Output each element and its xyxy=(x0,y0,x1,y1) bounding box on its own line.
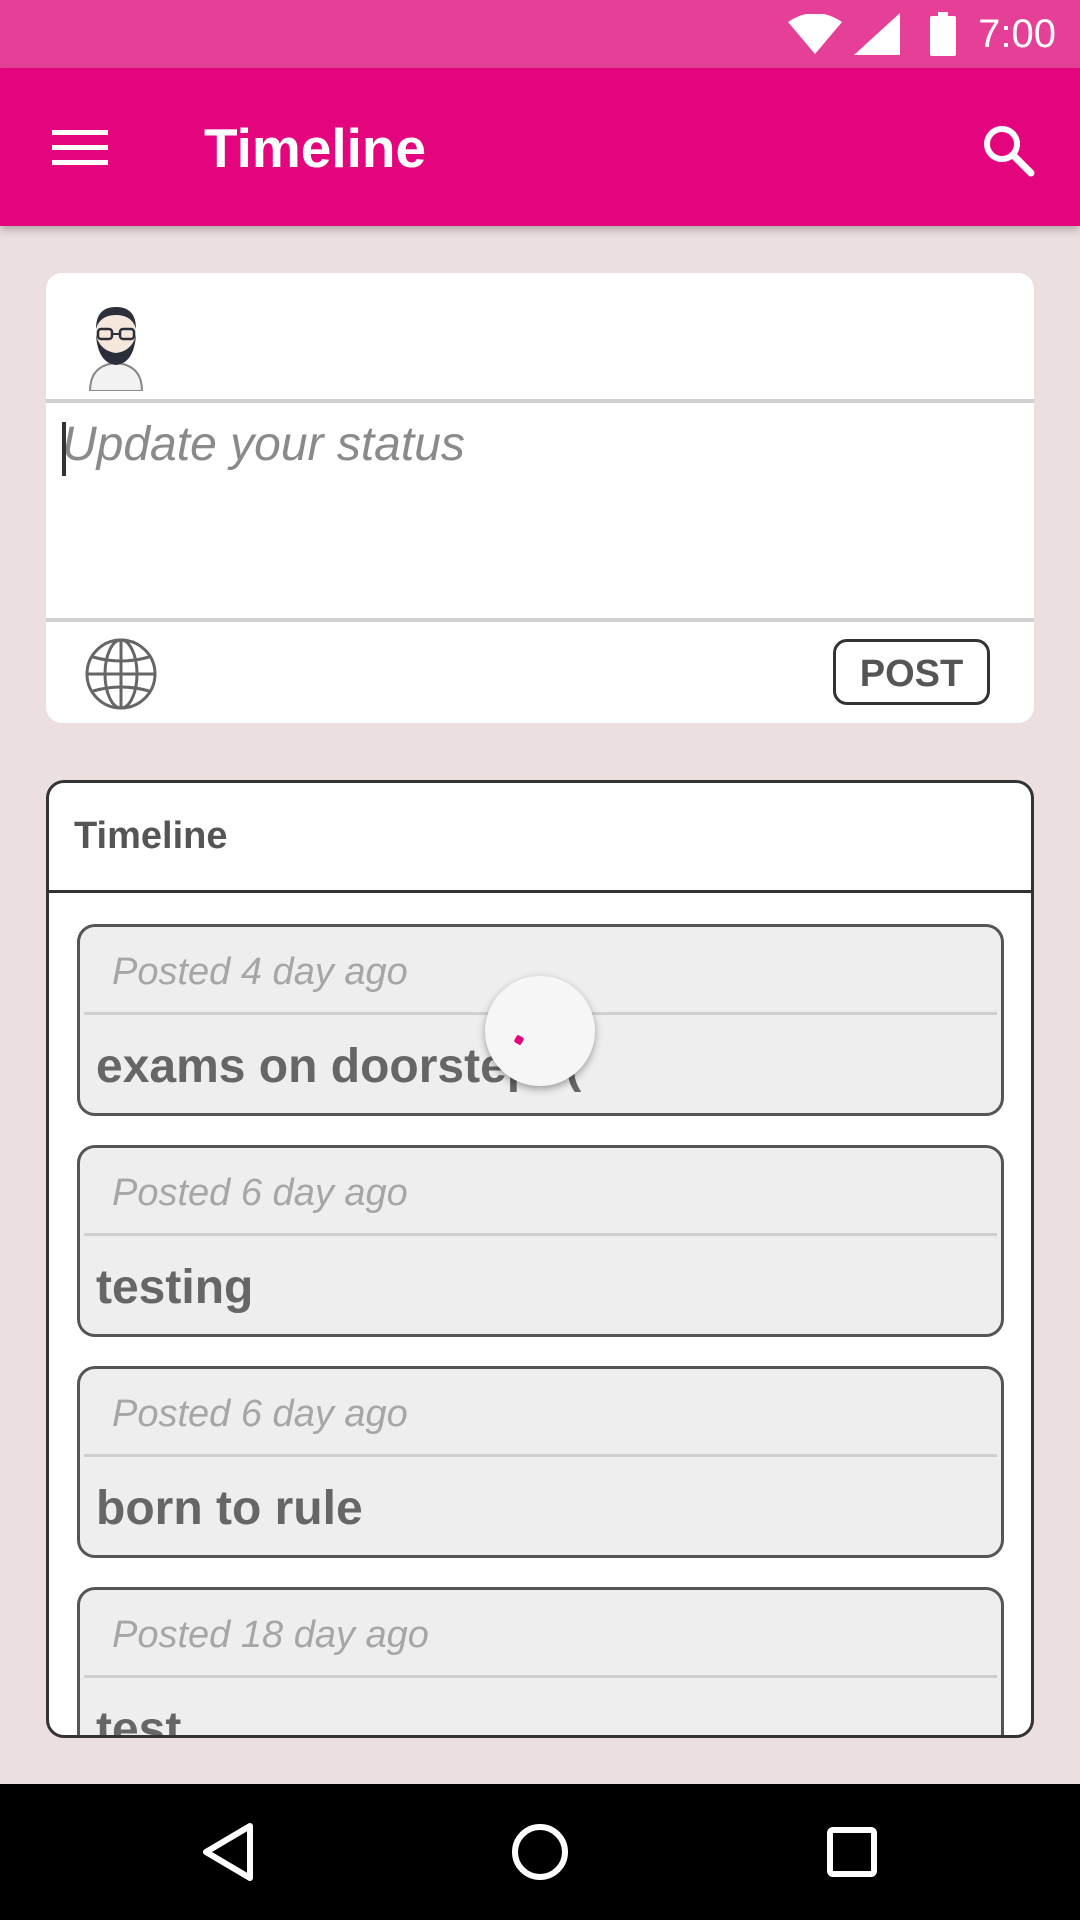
text-cursor xyxy=(62,422,66,476)
home-button[interactable] xyxy=(500,1812,580,1892)
menu-icon xyxy=(52,130,108,165)
signal-icon xyxy=(854,13,901,55)
timeline-card: Timeline Posted 4 day ago exams on doors… xyxy=(46,780,1034,1738)
post-button[interactable]: POST xyxy=(833,639,990,705)
app-bar: Timeline xyxy=(0,68,1080,226)
battery-icon xyxy=(930,12,957,56)
recents-button[interactable] xyxy=(812,1812,892,1892)
search-icon xyxy=(984,126,1035,177)
post-text: testing xyxy=(96,1261,254,1314)
status-icons: 7:00 xyxy=(788,0,1080,68)
divider xyxy=(46,618,1034,622)
navigation-bar xyxy=(0,1784,1080,1920)
timeline-header: Timeline xyxy=(49,783,1031,893)
divider xyxy=(84,1454,997,1457)
post-text: born to rule xyxy=(96,1482,363,1535)
post-text: test xyxy=(96,1703,182,1738)
status-bar: 7:00 xyxy=(0,0,1080,68)
status-composer: POST xyxy=(46,273,1034,723)
divider xyxy=(84,1675,997,1678)
search-button[interactable] xyxy=(972,114,1044,186)
spinner-indicator xyxy=(513,1034,525,1046)
loading-spinner xyxy=(485,976,595,1086)
recents-icon xyxy=(827,1827,877,1877)
status-time: 7:00 xyxy=(978,11,1056,56)
home-icon xyxy=(512,1824,568,1880)
timeline-post[interactable]: Posted 6 day ago testing xyxy=(77,1145,1004,1337)
back-icon xyxy=(203,1823,253,1881)
wifi-icon xyxy=(788,14,843,54)
post-timestamp: Posted 4 day ago xyxy=(112,951,408,993)
globe-icon[interactable] xyxy=(84,637,158,711)
post-timestamp: Posted 18 day ago xyxy=(112,1614,429,1656)
back-button[interactable] xyxy=(188,1812,268,1892)
divider xyxy=(46,399,1034,403)
timeline-post[interactable]: Posted 6 day ago born to rule xyxy=(77,1366,1004,1558)
menu-button[interactable] xyxy=(36,112,124,184)
divider xyxy=(84,1233,997,1236)
post-timestamp: Posted 6 day ago xyxy=(112,1393,408,1435)
post-timestamp: Posted 6 day ago xyxy=(112,1172,408,1214)
avatar-icon xyxy=(88,307,144,391)
timeline-post[interactable]: Posted 18 day ago test xyxy=(77,1587,1004,1738)
timeline-title: Timeline xyxy=(74,815,228,857)
page-title: Timeline xyxy=(204,117,427,179)
status-input[interactable] xyxy=(62,411,1012,611)
